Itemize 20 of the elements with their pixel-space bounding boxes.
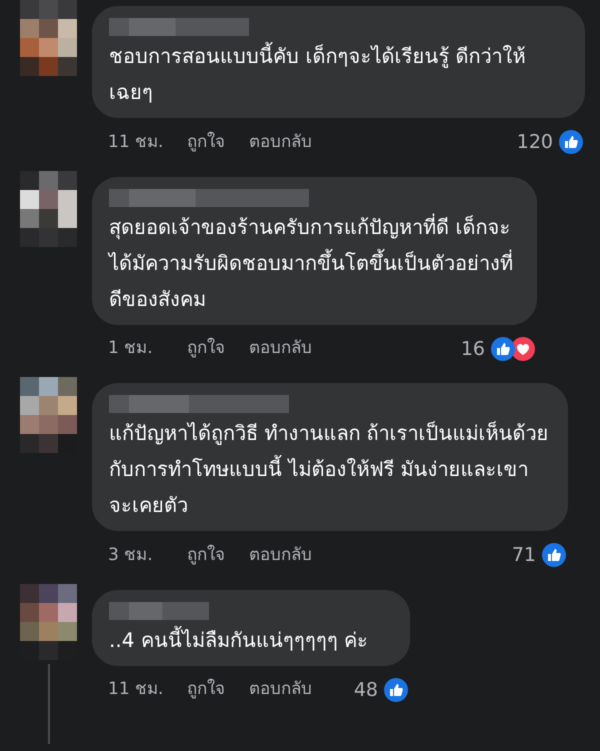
like-link[interactable]: ถูกใจ bbox=[187, 542, 225, 568]
reply-link[interactable]: ตอบกลับ bbox=[249, 542, 312, 568]
comment-time: 11 ชม. bbox=[108, 678, 164, 701]
like-link[interactable]: ถูกใจ bbox=[187, 677, 225, 702]
comment-time: 3 ชม. bbox=[108, 544, 154, 566]
like-link[interactable]: ถูกใจ bbox=[187, 336, 225, 362]
reaction-count: 48 bbox=[354, 678, 378, 702]
comment-text: ..4 คนนี้ไม่ลืมกันแน่ๆๆๆๆๆ ค่ะ bbox=[109, 624, 370, 654]
reaction-count: 120 bbox=[516, 130, 553, 155]
comment-time: 1 ชม. bbox=[108, 337, 154, 360]
reply-link[interactable]: ตอบกลับ bbox=[249, 336, 312, 362]
like-link[interactable]: ถูกใจ bbox=[187, 130, 225, 155]
reaction-count: 71 bbox=[512, 543, 536, 568]
comment-text: ชอบการสอนแบบนี้คับ เด็กๆจะได้เรียนรู้ ดีกว่าให้เฉยๆ bbox=[109, 38, 568, 110]
comment-text: แก้ปัญหาได้ถูกวิธี ทำงานแลก ถ้าเราเป็นแม่เห็นด้วยกับการทำโทษแบบนี้ ไม่ต้องให้ฟรี มันง่ายและเขาจะเคยตัว bbox=[109, 420, 550, 519]
reaction-count: 16 bbox=[460, 336, 485, 362]
comment-time: 11 ชม. bbox=[108, 130, 164, 154]
reply-link[interactable]: ตอบกลับ bbox=[249, 677, 312, 702]
comment-text: สุดยอดเจ้าของร้านครับการแก้ปัญหาที่ดี เด็กจะได้มัความรับผิดชอบมากขึ้นโตขึ้นเป็นตัวอย่างที่ดีของสังคม bbox=[109, 212, 514, 312]
reply-link[interactable]: ตอบกลับ bbox=[249, 130, 312, 155]
